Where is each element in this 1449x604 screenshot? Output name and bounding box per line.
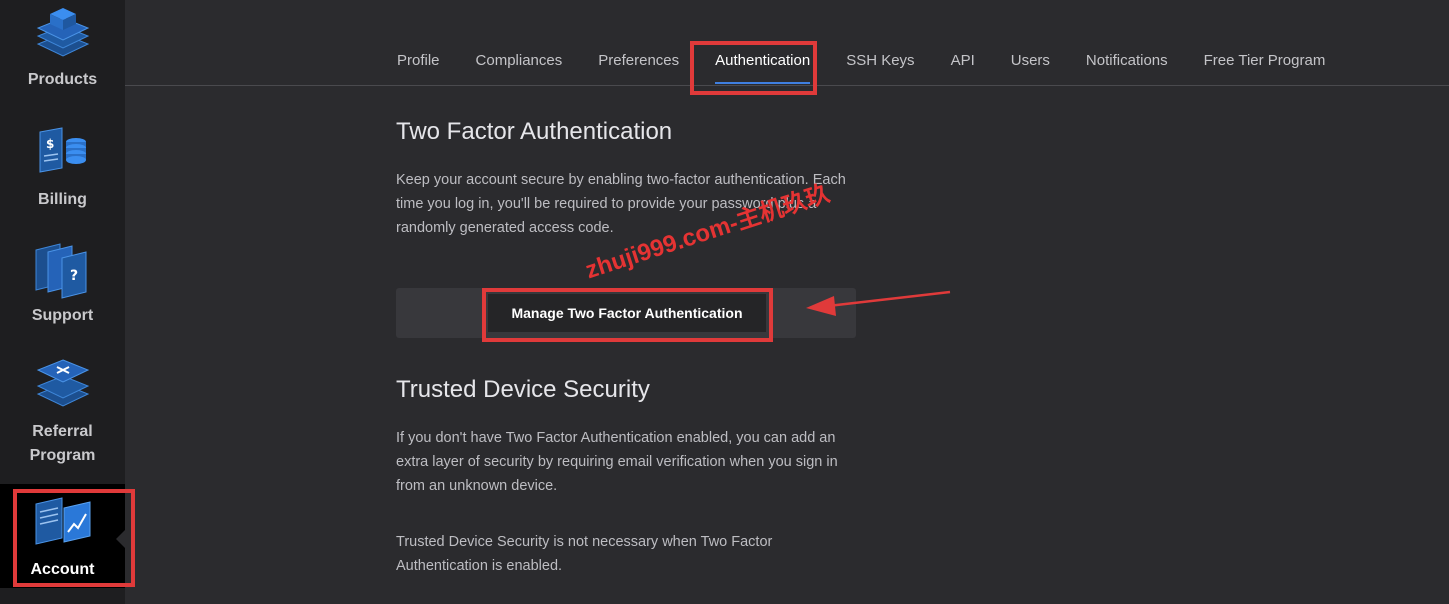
trusted-device-title: Trusted Device Security [396, 376, 650, 403]
layers-icon [36, 8, 89, 57]
svg-text:?: ? [70, 268, 78, 284]
tab-preferences[interactable]: Preferences [598, 40, 679, 84]
sidebar-item-label: Products [27, 71, 98, 88]
account-icon [35, 497, 90, 545]
sidebar-item-label: Account [30, 561, 95, 578]
tab-authentication[interactable]: Authentication [715, 40, 811, 84]
tab-users[interactable]: Users [1011, 40, 1050, 84]
trusted-device-description: If you don't have Two Factor Authenticat… [396, 430, 838, 494]
manage-two-factor-button[interactable]: Manage Two Factor Authentication [488, 294, 766, 332]
tab-free-tier-program[interactable]: Free Tier Program [1204, 40, 1326, 84]
arrow-annotation-icon [806, 290, 951, 316]
tab-compliances[interactable]: Compliances [476, 40, 563, 84]
tab-notifications[interactable]: Notifications [1086, 40, 1168, 84]
referral-icon [36, 359, 89, 407]
tab-ssh-keys[interactable]: SSH Keys [846, 40, 914, 84]
tab-profile[interactable]: Profile [397, 40, 440, 84]
sidebar-item-label: Referral Program [29, 423, 96, 464]
active-pointer [116, 530, 125, 548]
sidebar-item-label: Support [31, 307, 94, 324]
trusted-device-note: Trusted Device Security is not necessary… [396, 534, 773, 574]
sidebar-item-label: Billing [38, 191, 87, 208]
sidebar-item-support[interactable]: ? Support [0, 240, 125, 328]
sidebar-item-products[interactable]: Products [0, 4, 125, 92]
sidebar-item-account[interactable]: Account [0, 484, 125, 588]
svg-text:$: $ [46, 137, 54, 151]
two-factor-action-bar: Manage Two Factor Authentication [396, 288, 856, 338]
tabs: Profile Compliances Preferences Authenti… [397, 40, 1361, 84]
tab-api[interactable]: API [951, 40, 975, 84]
tab-bar: Profile Compliances Preferences Authenti… [125, 0, 1449, 86]
billing-icon: $ [39, 127, 86, 173]
trusted-device-section: Trusted Device Security If you don't hav… [396, 376, 856, 578]
sidebar: Products $ Billing ? Support Referral Pr… [0, 0, 125, 604]
sidebar-item-billing[interactable]: $ Billing [0, 124, 125, 212]
support-icon: ? [35, 243, 86, 299]
sidebar-item-referral-program[interactable]: Referral Program [0, 356, 125, 468]
two-factor-section: Two Factor Authentication Keep your acco… [396, 118, 856, 240]
two-factor-title: Two Factor Authentication [396, 118, 673, 145]
